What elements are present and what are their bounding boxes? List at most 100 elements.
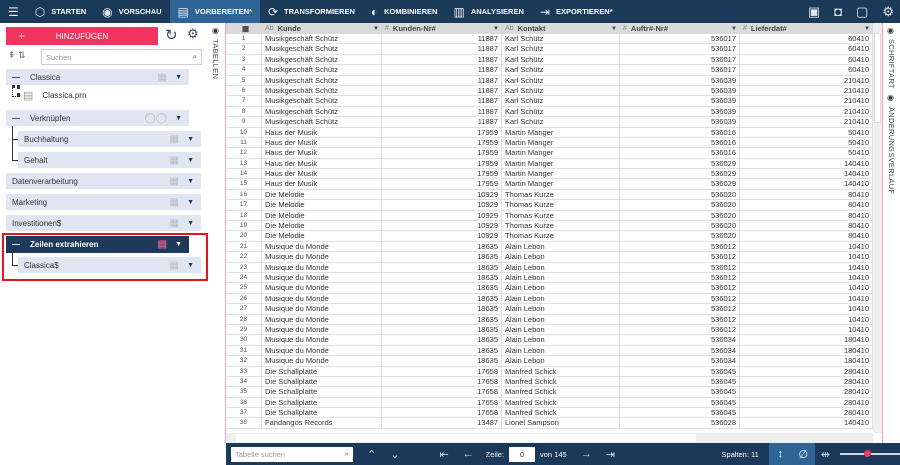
table-row[interactable]: 24 Musique du Monde 18635 Alain Lebon 536012…	[226, 272, 873, 284]
table-cell[interactable]: Martin Manger	[502, 179, 620, 189]
table-cell[interactable]: Die Melodie	[262, 189, 382, 200]
table-cell[interactable]: Musique du Monde	[262, 324, 382, 335]
table-cell[interactable]: 17959	[382, 127, 502, 137]
table-cell[interactable]: 11887	[382, 54, 502, 65]
table-cell[interactable]: 140410	[740, 179, 873, 189]
table-cell[interactable]: Die Schallplatte	[262, 366, 382, 376]
table-row[interactable]: 34 Die Schallplatte 17658 Manfred Schick 536…	[226, 376, 873, 388]
table-cell[interactable]: 536016	[620, 148, 740, 158]
table-cell[interactable]: Musikgeschäft Schütz	[262, 106, 382, 117]
table-row[interactable]: 11 Haus der Musik 17959 Martin Manger 536016…	[226, 137, 873, 149]
table-cell[interactable]: 210410	[740, 106, 873, 117]
table-cell[interactable]: 11887	[382, 106, 502, 117]
table-row[interactable]: 26 Musique du Monde 18635 Alain Lebon 536012…	[226, 293, 873, 305]
table-cell[interactable]: 536017	[620, 54, 740, 65]
table-search-input[interactable]: Tabelle suchen ⌕	[231, 446, 353, 462]
table-cell[interactable]: Karl Schütz	[502, 106, 620, 117]
table-cell[interactable]: Thomas Kurze	[502, 210, 620, 221]
table-cell[interactable]: 536012	[620, 293, 740, 304]
table-cell[interactable]: 536039	[620, 96, 740, 106]
table-cell[interactable]: Alain Lebon	[502, 324, 620, 335]
node-investitionen[interactable]: Investitionen$ ▦ ▼	[6, 215, 201, 231]
table-cell[interactable]: 18635	[382, 304, 502, 314]
chevron-down-icon[interactable]: ▼	[187, 199, 194, 206]
table-row[interactable]: 31 Musique du Monde 18635 Alain Lebon 536034…	[226, 345, 873, 357]
table-cell[interactable]: Manfred Schick	[502, 387, 620, 397]
table-cell[interactable]: 10410	[740, 262, 873, 272]
table-row[interactable]: 23 Musique du Monde 18635 Alain Lebon 536012…	[226, 262, 873, 273]
table-cell[interactable]: Karl Schütz	[502, 96, 620, 106]
table-cell[interactable]: Alain Lebon	[502, 304, 620, 314]
table-row[interactable]: 6 Musikgeschäft Schütz 11887 Karl Schütz 536…	[226, 85, 873, 97]
table-cell[interactable]: 536045	[620, 366, 740, 376]
table-cell[interactable]: 536017	[620, 44, 740, 54]
row-input[interactable]: 0	[509, 446, 535, 462]
table-cell[interactable]: 536020	[620, 200, 740, 210]
table-cell[interactable]: Martin Manger	[502, 169, 620, 179]
table-cell[interactable]: Musique du Monde	[262, 241, 382, 252]
table-cell[interactable]: 10410	[740, 272, 873, 283]
menu-button[interactable]: ☰	[0, 0, 27, 23]
table-cell[interactable]: 10410	[740, 324, 873, 335]
table-row[interactable]: 36 Die Schallplatte 17658 Manfred Schick 536…	[226, 397, 873, 409]
column-header[interactable]: # Auftr#-Nr# ▼	[620, 23, 740, 34]
tables-side-tab[interactable]: ◉ TABELLEN	[208, 23, 226, 443]
table-cell[interactable]: 80410	[740, 200, 873, 210]
table-cell[interactable]: Musikgeschäft Schütz	[262, 75, 382, 85]
table-cell[interactable]: 11887	[382, 85, 502, 96]
table-cell[interactable]: Fandangos Records	[262, 418, 382, 428]
history-tab[interactable]: ÄNDERUNGSVERLAUF	[887, 107, 896, 194]
node-classica-file[interactable]: ▤ Classica.prn	[23, 89, 86, 102]
tab-vorschau[interactable]: ◉ VORSCHAU	[94, 0, 169, 23]
table-cell[interactable]: 17959	[382, 137, 502, 148]
table-cell[interactable]: Musikgeschäft Schütz	[262, 96, 382, 106]
table-cell[interactable]: 210410	[740, 117, 873, 127]
table-cell[interactable]: 80410	[740, 231, 873, 241]
scroll-thumb[interactable]	[874, 33, 881, 123]
table-cell[interactable]: 536045	[620, 376, 740, 387]
window-icon[interactable]: ◘	[834, 4, 842, 20]
table-cell[interactable]: 10929	[382, 221, 502, 231]
table-cell[interactable]: 11887	[382, 34, 502, 44]
table-cell[interactable]: Alain Lebon	[502, 262, 620, 272]
table-cell[interactable]: 536039	[620, 117, 740, 127]
table-cell[interactable]: 10929	[382, 231, 502, 241]
column-header[interactable]: Ab Kontakt ▼	[502, 23, 620, 34]
table-cell[interactable]: 60410	[740, 54, 873, 65]
table-cell[interactable]: Alain Lebon	[502, 356, 620, 366]
chevron-down-icon[interactable]: ▼	[611, 26, 617, 32]
info-icon[interactable]: ▣	[808, 4, 820, 20]
table-cell[interactable]: Thomas Kurze	[502, 200, 620, 210]
table-cell[interactable]: Die Schallplatte	[262, 387, 382, 397]
table-cell[interactable]: 536045	[620, 408, 740, 418]
table-cell[interactable]: 536045	[620, 397, 740, 408]
table-cell[interactable]: 280410	[740, 376, 873, 387]
table-row[interactable]: 22 Musique du Monde 18635 Alain Lebon 536012…	[226, 252, 873, 263]
chevron-down-icon[interactable]: ▼	[187, 178, 194, 185]
pin-icon[interactable]: ◉	[887, 26, 894, 35]
node-classica[interactable]: — Classica ▦ ▼	[6, 69, 189, 85]
table-cell[interactable]: Martin Manger	[502, 148, 620, 158]
table-cell[interactable]: 18635	[382, 324, 502, 335]
collapse-icon[interactable]: —	[12, 114, 20, 123]
table-cell[interactable]: Karl Schütz	[502, 65, 620, 75]
table-cell[interactable]: 11887	[382, 65, 502, 75]
table-cell[interactable]: 536020	[620, 210, 740, 221]
gear-icon[interactable]: ⚙	[882, 4, 894, 20]
table-cell[interactable]: 10929	[382, 189, 502, 200]
table-cell[interactable]: Musikgeschäft Schütz	[262, 65, 382, 75]
table-cell[interactable]: Musikgeschäft Schütz	[262, 44, 382, 54]
table-cell[interactable]: Karl Schütz	[502, 54, 620, 65]
chevron-down-icon[interactable]: ▼	[373, 26, 379, 32]
tab-kombinieren[interactable]: ◐ KOMBINIEREN	[363, 0, 446, 23]
table-cell[interactable]: Alain Lebon	[502, 252, 620, 262]
table-cell[interactable]: Musique du Monde	[262, 262, 382, 272]
table-cell[interactable]: 536045	[620, 387, 740, 397]
table-cell[interactable]: Karl Schütz	[502, 34, 620, 44]
table-row[interactable]: 27 Musique du Monde 18635 Alain Lebon 536012…	[226, 304, 873, 315]
select-all-icon[interactable]: ▦	[226, 23, 262, 34]
chevron-down-icon[interactable]: ▼	[175, 115, 182, 122]
table-cell[interactable]: Alain Lebon	[502, 345, 620, 356]
table-cell[interactable]: 11887	[382, 117, 502, 127]
table-cell[interactable]: 11887	[382, 44, 502, 54]
